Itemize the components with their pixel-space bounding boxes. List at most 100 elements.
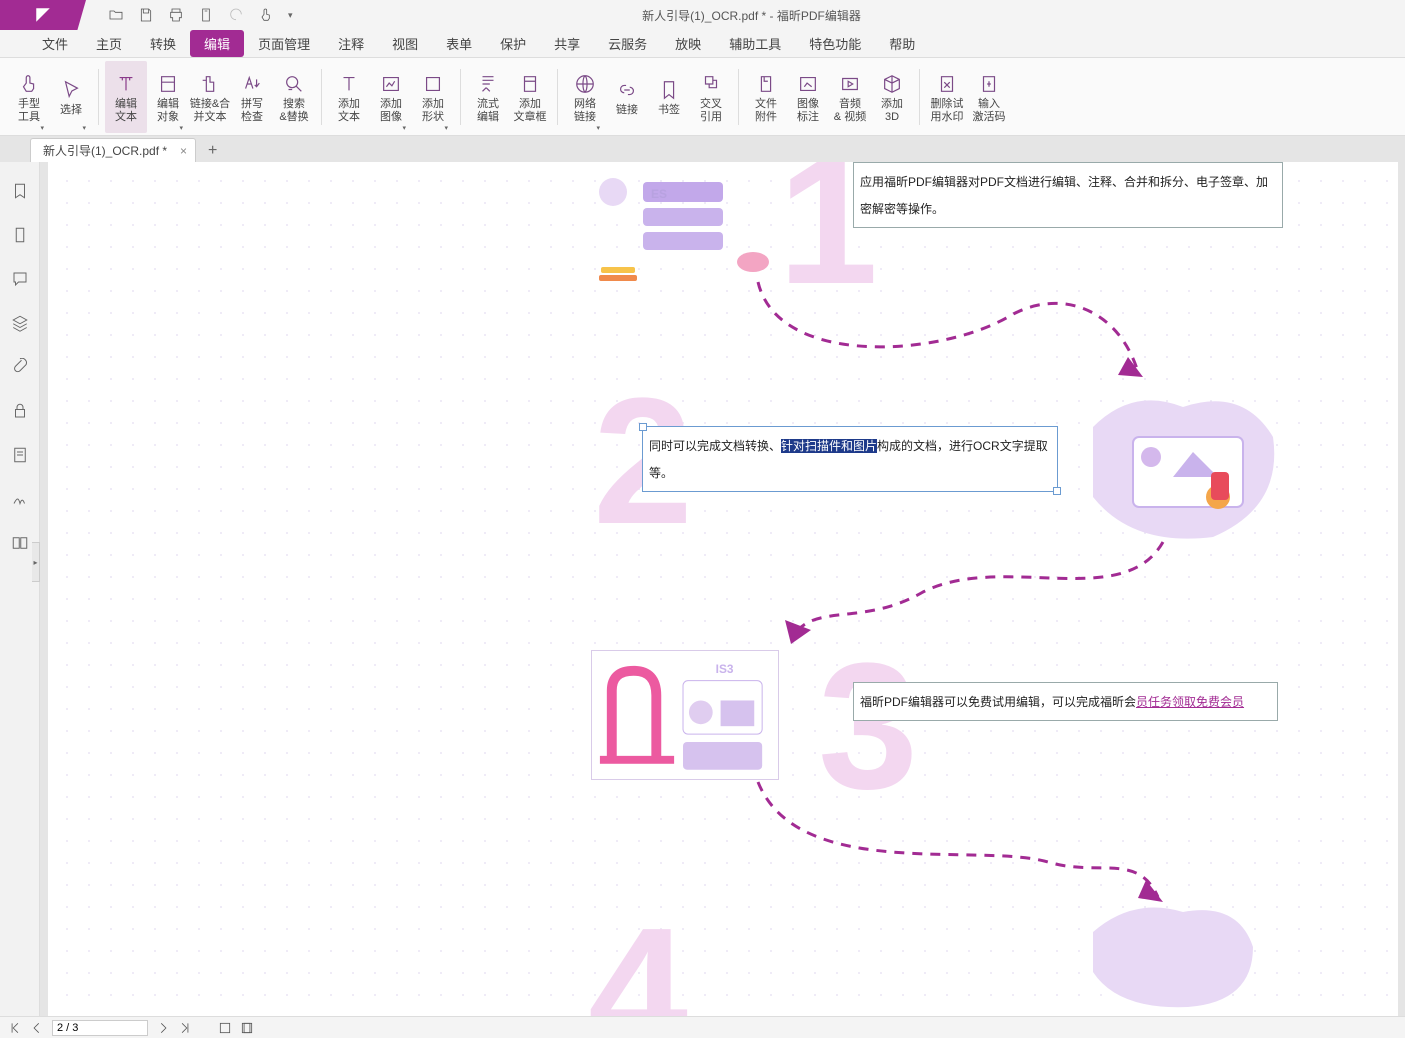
edit-object-button[interactable]: 编辑对象▾ <box>147 61 189 133</box>
qat-more-dropdown[interactable]: ▾ <box>288 10 298 21</box>
save-icon[interactable] <box>138 7 154 23</box>
add-tab-button[interactable]: + <box>208 142 217 162</box>
close-icon[interactable]: × <box>180 144 187 158</box>
prev-page-icon[interactable] <box>30 1021 44 1035</box>
first-page-icon[interactable] <box>8 1021 22 1035</box>
bookmark-label: 书签 <box>658 104 680 117</box>
comments-panel-icon[interactable] <box>11 270 29 288</box>
edit-text-icon <box>115 70 137 98</box>
redo-icon[interactable] <box>198 7 214 23</box>
select-label: 选择 <box>60 104 82 117</box>
add-text-button[interactable]: 添加文本 <box>328 61 370 133</box>
link-button[interactable]: 链接 <box>606 61 648 133</box>
text-2a: 同时可以完成文档转换、 <box>649 439 781 453</box>
signature-panel-icon[interactable] <box>11 490 29 508</box>
menu-bar: 文件主页转换编辑页面管理注释视图表单保护共享云服务放映辅助工具特色功能帮助 <box>0 30 1405 58</box>
add-shape-button[interactable]: 添加形状▾ <box>412 61 454 133</box>
menu-保护[interactable]: 保护 <box>486 30 540 57</box>
spell-check-button[interactable]: 拼写检查 <box>231 61 273 133</box>
menu-编辑[interactable]: 编辑 <box>190 30 244 57</box>
undo-icon[interactable] <box>228 7 244 23</box>
link-merge-button[interactable]: 链接&合并文本 <box>189 61 231 133</box>
hand-tool-icon <box>18 70 40 98</box>
dropdown-icon: ▾ <box>179 124 183 132</box>
add-3d-icon <box>881 70 903 98</box>
flow-edit-button[interactable]: 流式编辑 <box>467 61 509 133</box>
text-block-3[interactable]: 福昕PDF编辑器可以免费试用编辑，可以完成福昕会员任务领取免费会员 <box>853 682 1278 721</box>
add-image-icon <box>380 70 402 98</box>
pdf-page: 1 ES 应用福昕PDF编辑器对PDF文档进行编辑、注释、合并和拆分、电子签章、… <box>48 162 1398 1016</box>
compare-panel-icon[interactable] <box>11 534 29 552</box>
add-image-button[interactable]: 添加图像▾ <box>370 61 412 133</box>
menu-帮助[interactable]: 帮助 <box>875 30 929 57</box>
add-3d-button[interactable]: 添加3D <box>871 61 913 133</box>
fit-page-icon[interactable] <box>218 1021 232 1035</box>
security-panel-icon[interactable] <box>11 402 29 420</box>
text-block-2-selected[interactable]: 同时可以完成文档转换、针对扫描件和图片构成的文档，进行OCR文字提取等。 <box>642 426 1058 492</box>
audio-video-button[interactable]: 音频& 视频 <box>829 61 871 133</box>
next-page-icon[interactable] <box>156 1021 170 1035</box>
menu-辅助工具[interactable]: 辅助工具 <box>715 30 795 57</box>
cross-ref-label: 交叉引用 <box>700 98 722 124</box>
file-attach-label: 文件附件 <box>755 98 777 124</box>
add-chapter-icon <box>519 70 541 98</box>
menu-云服务[interactable]: 云服务 <box>594 30 661 57</box>
hand-tool-button[interactable]: 手型工具▾ <box>8 61 50 133</box>
illustration-2 <box>1073 387 1283 547</box>
open-icon[interactable] <box>108 7 124 23</box>
select-button[interactable]: 选择▾ <box>50 61 92 133</box>
menu-特色功能[interactable]: 特色功能 <box>795 30 875 57</box>
watermark-label: 删除试用水印 <box>931 98 964 124</box>
last-page-icon[interactable] <box>178 1021 192 1035</box>
menu-转换[interactable]: 转换 <box>136 30 190 57</box>
document-tab[interactable]: 新人引导(1)_OCR.pdf * × <box>30 138 196 162</box>
menu-页面管理[interactable]: 页面管理 <box>244 30 324 57</box>
expand-panel-button[interactable]: ▸ <box>32 542 40 582</box>
status-bar <box>0 1016 1405 1038</box>
text-3-link[interactable]: 员任务领取免费会员 <box>1136 695 1244 709</box>
menu-放映[interactable]: 放映 <box>661 30 715 57</box>
text-block-1[interactable]: 应用福昕PDF编辑器对PDF文档进行编辑、注释、合并和拆分、电子签章、加密解密等… <box>853 162 1283 228</box>
app-logo-menu[interactable] <box>0 0 86 30</box>
image-note-button[interactable]: 图像标注 <box>787 61 829 133</box>
form-panel-icon[interactable] <box>11 446 29 464</box>
print-icon[interactable] <box>168 7 184 23</box>
window-title: 新人引导(1)_OCR.pdf * - 福昕PDF编辑器 <box>298 7 1405 24</box>
arrow-3-4 <box>698 772 1178 912</box>
touch-icon[interactable] <box>258 7 274 23</box>
main-area: ▸ 1 ES 应用福昕PDF编辑器对PDF文档进行编辑、注释、合并和拆分、电子签… <box>0 162 1405 1016</box>
page-input[interactable] <box>52 1020 148 1036</box>
illustration-3: IS3 <box>591 650 779 780</box>
search-replace-label: 搜索&替换 <box>279 98 308 124</box>
menu-注释[interactable]: 注释 <box>324 30 378 57</box>
pages-panel-icon[interactable] <box>11 226 29 244</box>
watermark-button[interactable]: 删除试用水印 <box>926 61 968 133</box>
menu-表单[interactable]: 表单 <box>432 30 486 57</box>
spell-check-label: 拼写检查 <box>241 98 263 124</box>
activate-button[interactable]: 输入激活码 <box>968 61 1010 133</box>
illustration-1: ES <box>573 162 773 292</box>
flow-edit-label: 流式编辑 <box>477 98 499 124</box>
link-icon <box>616 76 638 104</box>
add-chapter-button[interactable]: 添加文章框 <box>509 61 551 133</box>
web-link-button[interactable]: 网络链接▾ <box>564 61 606 133</box>
fit-width-icon[interactable] <box>240 1021 254 1035</box>
layers-panel-icon[interactable] <box>11 314 29 332</box>
activate-icon <box>978 70 1000 98</box>
attachments-panel-icon[interactable] <box>11 358 29 376</box>
menu-共享[interactable]: 共享 <box>540 30 594 57</box>
cross-ref-button[interactable]: 交叉引用 <box>690 61 732 133</box>
menu-文件[interactable]: 文件 <box>28 30 82 57</box>
menu-主页[interactable]: 主页 <box>82 30 136 57</box>
arrow-2-3 <box>743 532 1183 652</box>
document-viewport[interactable]: 1 ES 应用福昕PDF编辑器对PDF文档进行编辑、注释、合并和拆分、电子签章、… <box>40 162 1405 1016</box>
bookmark-panel-icon[interactable] <box>11 182 29 200</box>
web-link-icon <box>574 70 596 98</box>
bookmark-button[interactable]: 书签 <box>648 61 690 133</box>
search-replace-button[interactable]: 搜索&替换 <box>273 61 315 133</box>
file-attach-button[interactable]: 文件附件 <box>745 61 787 133</box>
menu-视图[interactable]: 视图 <box>378 30 432 57</box>
link-label: 链接 <box>616 104 638 117</box>
flow-edit-icon <box>477 70 499 98</box>
edit-text-button[interactable]: 编辑文本 <box>105 61 147 133</box>
